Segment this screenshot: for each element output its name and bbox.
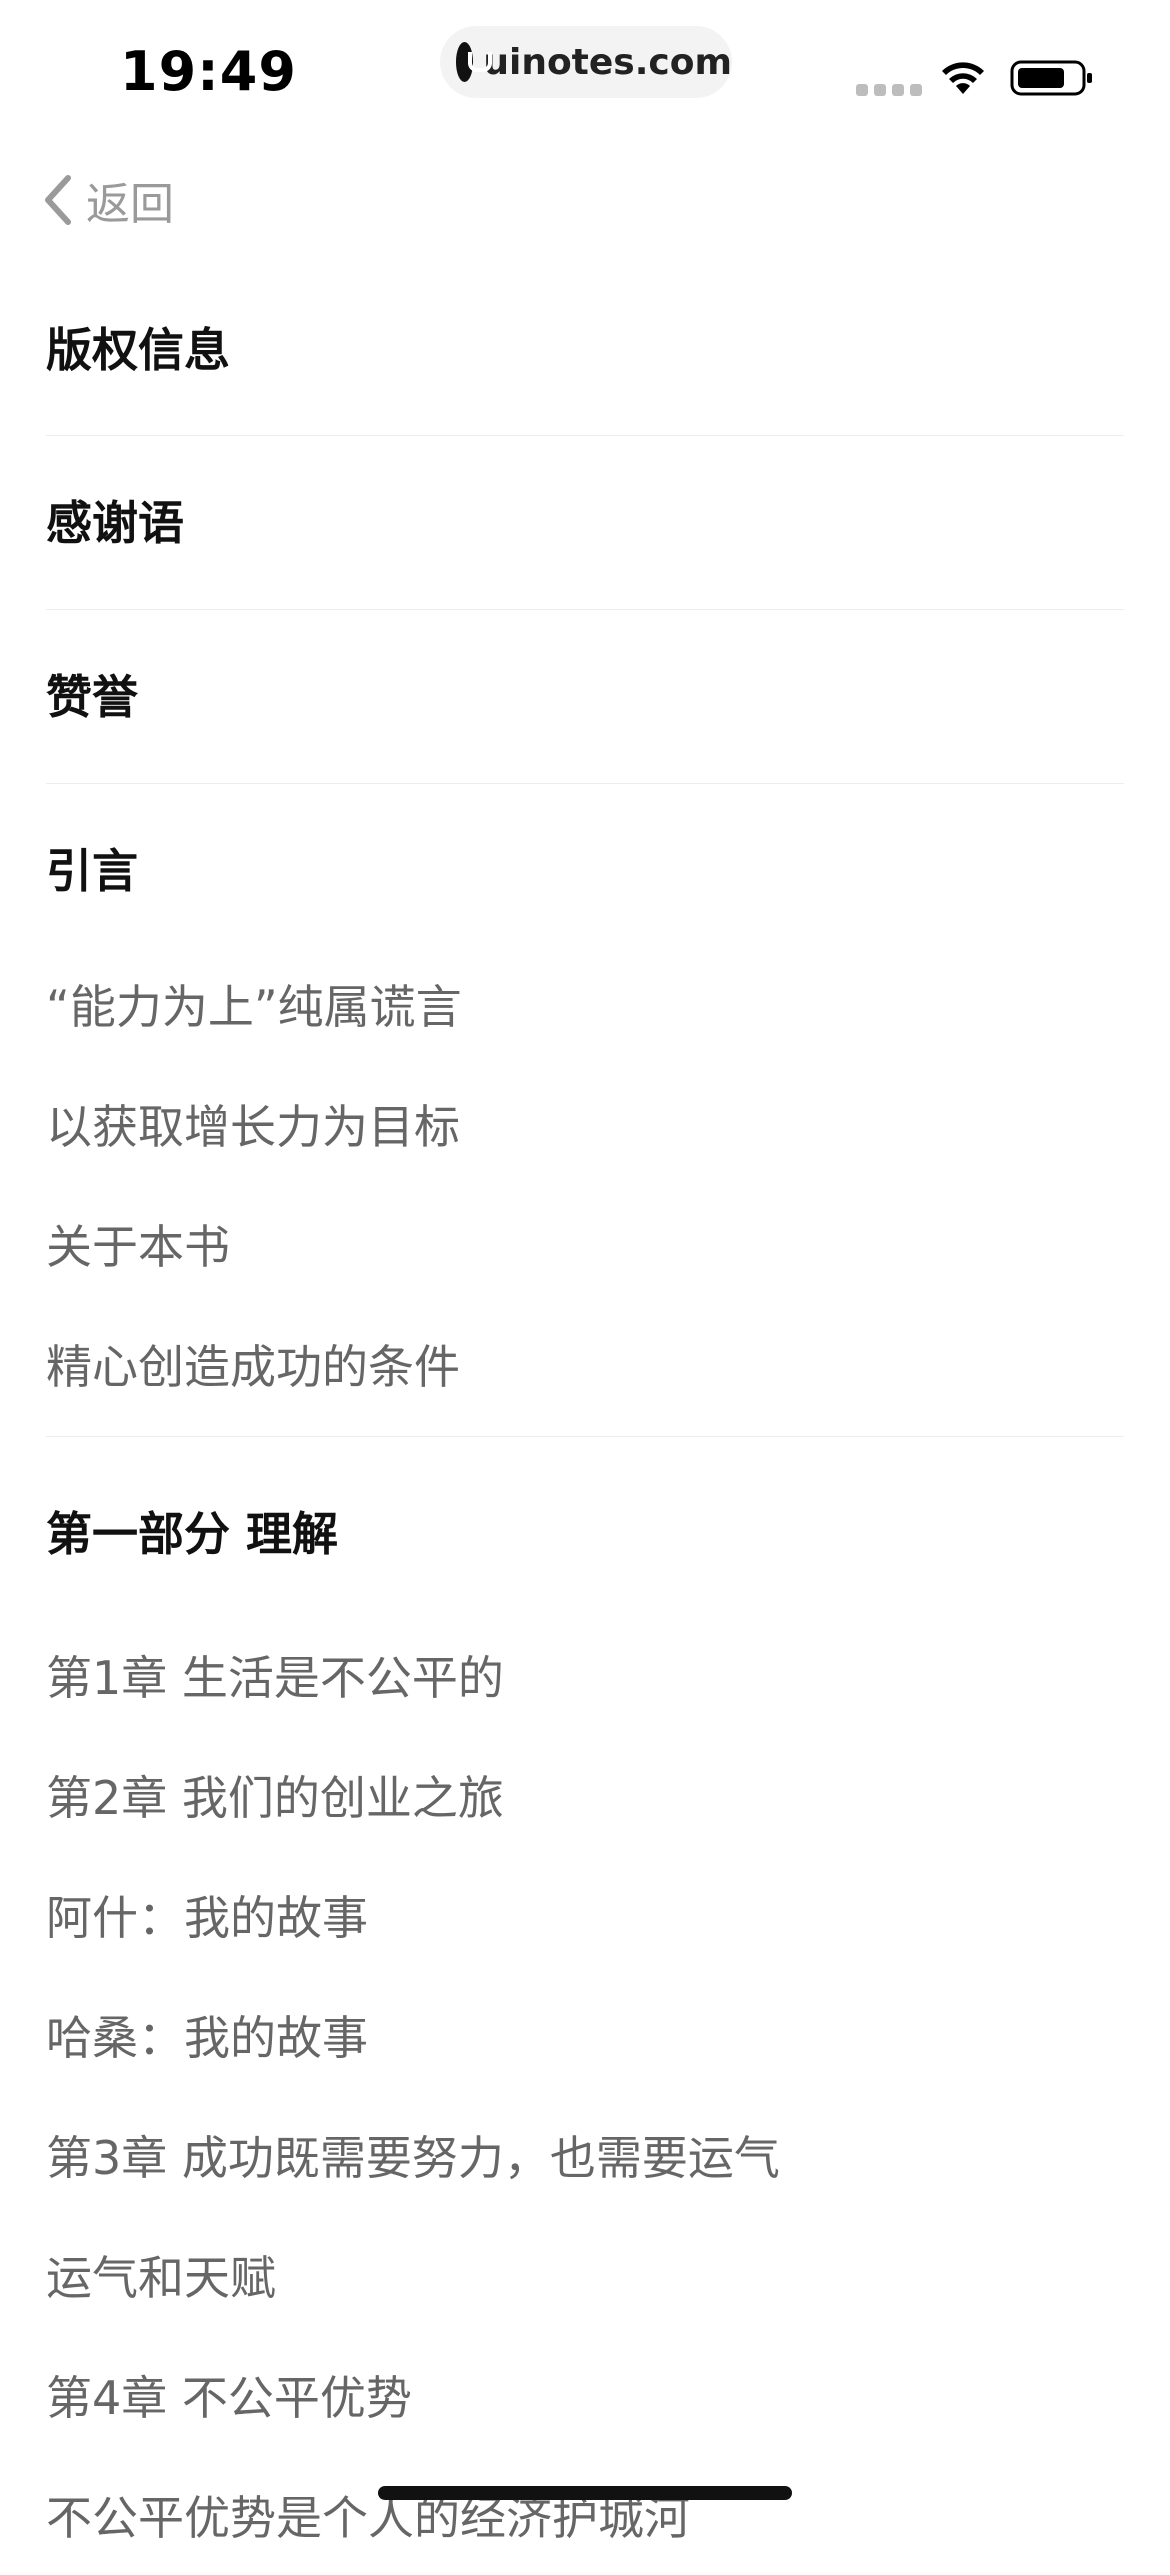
toc-entry[interactable]: 第3章 成功既需要努力，也需要运气 [46,2095,1124,2215]
toc-entry[interactable]: 第1章 生活是不公平的 [46,1615,1124,1735]
toc-section: 感谢语 [46,436,1124,610]
site-logo-icon [456,42,493,82]
toc-section-title[interactable]: 版权信息 [46,300,1124,400]
toc-section-title[interactable]: 赞誉 [46,610,1124,783]
toc-section: 赞誉 [46,610,1124,784]
toc-section: 版权信息 [46,300,1124,436]
toc-entry[interactable]: 关于本书 [46,1184,1124,1304]
url-pill[interactable]: uinotes.com [440,26,732,98]
status-time: 19:49 [120,40,297,103]
table-of-contents: 版权信息 感谢语 赞誉 引言 “能力为上”纯属谎言 以获取增长力为目标 关于本书… [46,300,1124,2575]
back-button[interactable]: 返回 [40,170,174,230]
toc-entry[interactable]: 第2章 我们的创业之旅 [46,1735,1124,1855]
cellular-signal-icon [856,84,922,96]
toc-section-title[interactable]: 第一部分 理解 [46,1437,1124,1615]
url-text: uinotes.com [483,41,732,83]
toc-entry[interactable]: 阿什：我的故事 [46,1855,1124,1975]
home-indicator[interactable] [378,2486,792,2500]
toc-entry[interactable]: 第4章 不公平优势 [46,2335,1124,2455]
toc-section-title[interactable]: 感谢语 [46,436,1124,609]
toc-entry[interactable]: 哈桑：我的故事 [46,1975,1124,2095]
toc-section: 引言 “能力为上”纯属谎言 以获取增长力为目标 关于本书 精心创造成功的条件 [46,784,1124,1437]
toc-section: 第一部分 理解 第1章 生活是不公平的 第2章 我们的创业之旅 阿什：我的故事 … [46,1437,1124,2575]
chevron-left-icon [45,175,71,225]
toc-entry[interactable]: 运气和天赋 [46,2215,1124,2335]
back-label: 返回 [86,179,174,230]
toc-entry[interactable]: 以获取增长力为目标 [46,1064,1124,1184]
battery-icon [1010,60,1092,96]
wifi-icon [942,62,984,94]
toc-entry[interactable]: 不公平优势是个人的经济护城河 [46,2455,1124,2575]
status-bar: 19:49 uinotes.com [0,0,1170,150]
toc-entry[interactable]: “能力为上”纯属谎言 [46,944,1124,1064]
toc-section-title[interactable]: 引言 [46,784,1124,944]
toc-entry[interactable]: 精心创造成功的条件 [46,1304,1124,1424]
